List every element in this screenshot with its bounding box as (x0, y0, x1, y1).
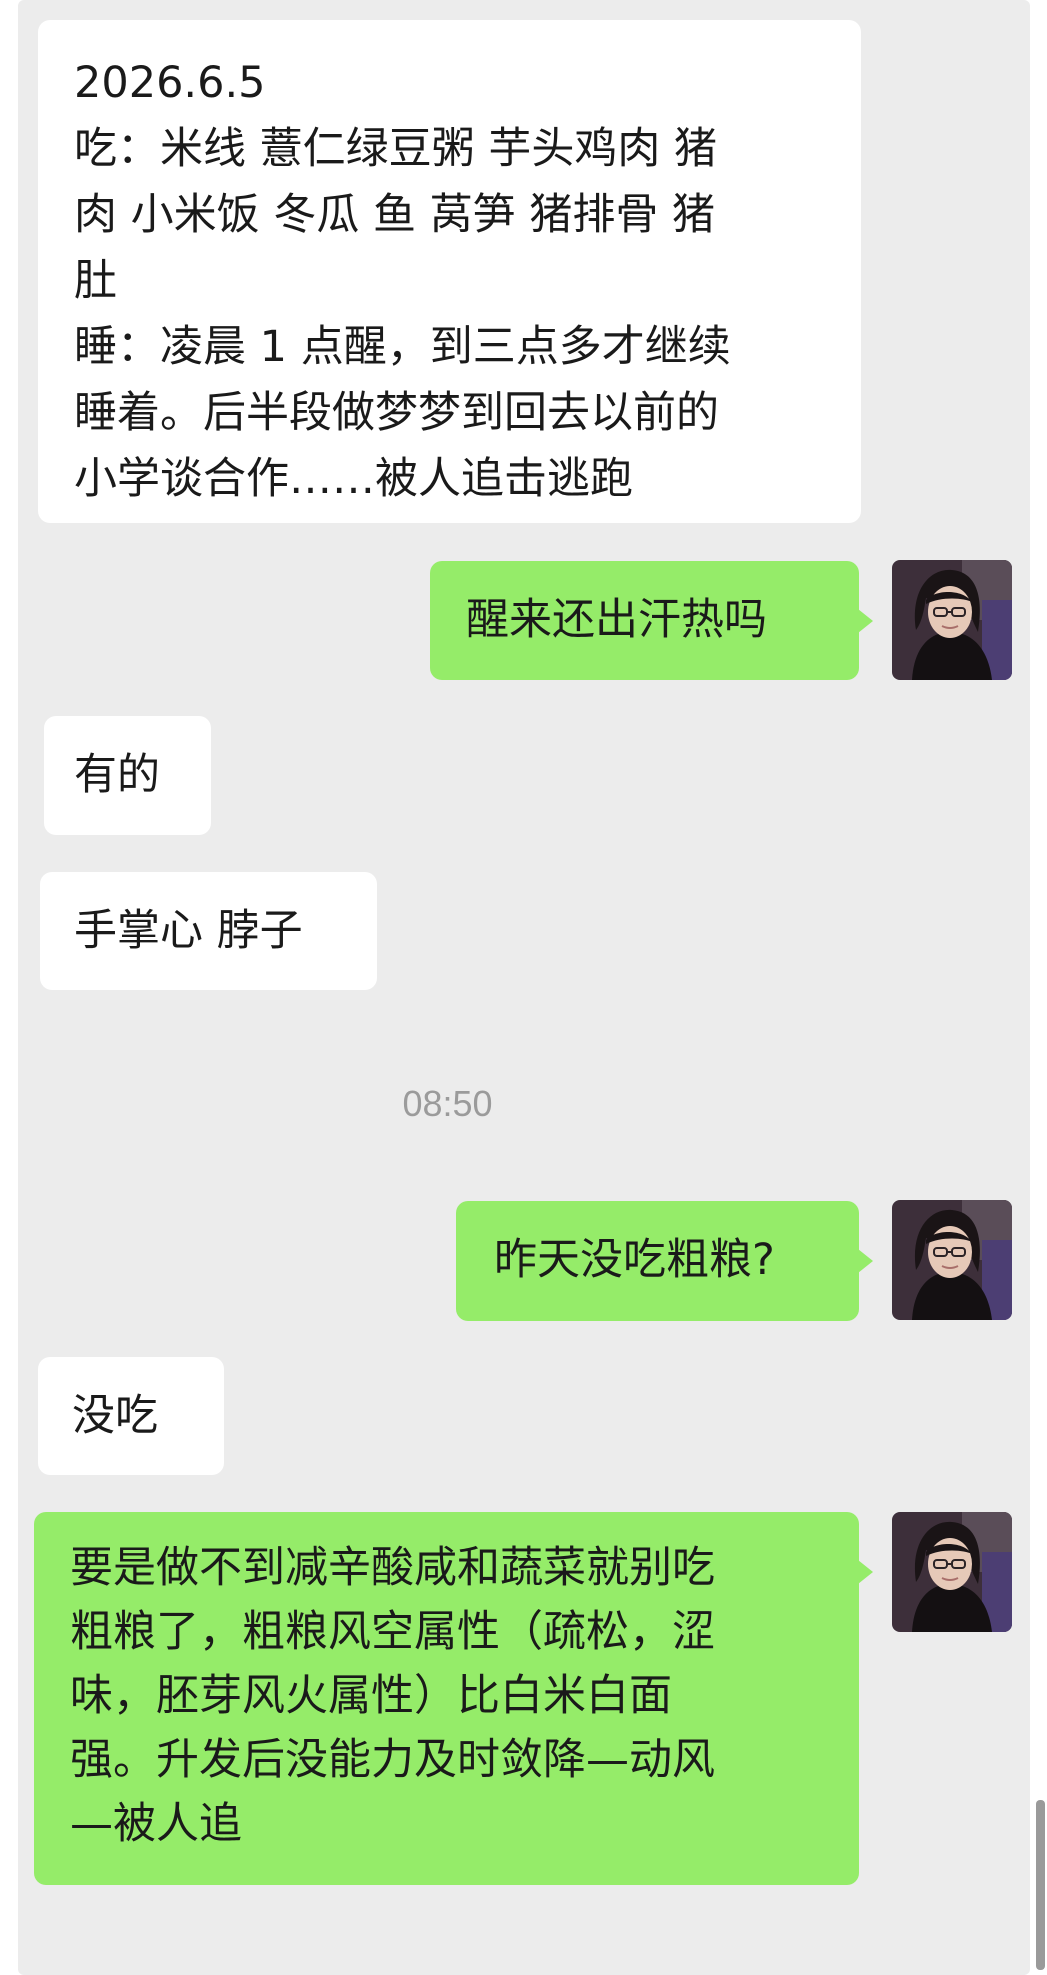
sent-message-bubble[interactable]: 要是做不到减辛酸咸和蔬菜就别吃 粗粮了，粗粮风空属性（疏松，涩 味，胚芽风火属性… (34, 1512, 873, 1885)
message-timestamp: 08:50 (402, 1083, 493, 1124)
user-avatar-photo-icon (892, 560, 1012, 680)
message-text: 2026.6.5 吃：米线 薏仁绿豆粥 芋头鸡肉 猪 肉 小米饭 冬瓜 鱼 莴笋… (74, 58, 731, 504)
sent-message-bubble[interactable]: 昨天没吃粗粮? (456, 1201, 873, 1321)
avatar[interactable] (892, 1512, 1012, 1632)
avatar[interactable] (892, 1200, 1012, 1320)
avatar[interactable] (892, 560, 1012, 680)
sent-message-bubble[interactable]: 醒来还出汗热吗 (430, 561, 873, 680)
message-text: 没吃 (72, 1391, 158, 1441)
message-text: 昨天没吃粗粮? (494, 1235, 775, 1285)
received-message-bubble[interactable]: 2026.6.5 吃：米线 薏仁绿豆粥 芋头鸡肉 猪 肉 小米饭 冬瓜 鱼 莴笋… (38, 20, 861, 523)
user-avatar-photo-icon (892, 1200, 1012, 1320)
received-message-bubble[interactable]: 没吃 (38, 1357, 224, 1475)
message-text: 有的 (74, 750, 160, 800)
user-avatar-photo-icon (892, 1512, 1012, 1632)
message-text: 醒来还出汗热吗 (466, 595, 767, 645)
received-message-bubble[interactable]: 手掌心 脖子 (40, 872, 377, 990)
received-message-bubble[interactable]: 有的 (44, 716, 211, 835)
message-text: 要是做不到减辛酸咸和蔬菜就别吃 粗粮了，粗粮风空属性（疏松，涩 味，胚芽风火属性… (70, 1543, 715, 1849)
message-text: 手掌心 脖子 (74, 906, 303, 956)
chat-screen: 2026.6.5 吃：米线 薏仁绿豆粥 芋头鸡肉 猪 肉 小米饭 冬瓜 鱼 莴笋… (0, 0, 1047, 1975)
scrollbar[interactable] (1036, 1800, 1045, 1970)
